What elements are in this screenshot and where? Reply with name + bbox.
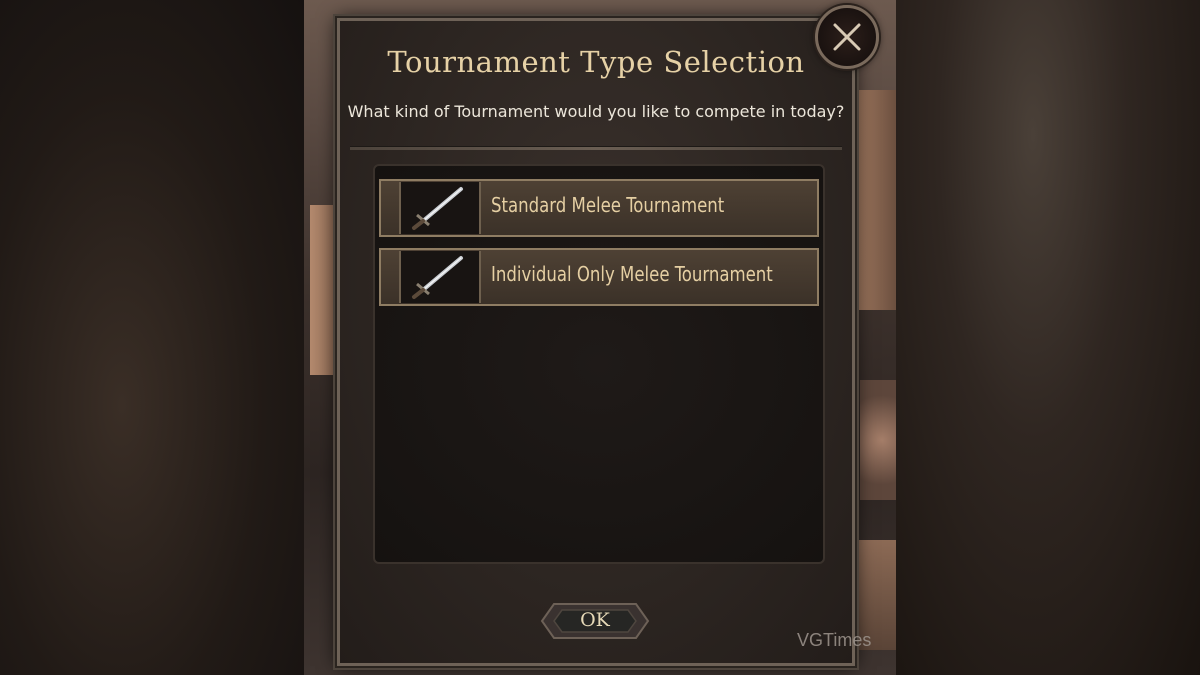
option-individual-only-melee[interactable]: Individual Only Melee Tournament: [379, 248, 819, 306]
watermark: VGTimes: [797, 630, 872, 650]
option-label: Individual Only Melee Tournament: [491, 262, 773, 286]
sword-icon: [399, 182, 481, 234]
tournament-options-list: Standard Melee Tournament Individual Onl…: [373, 164, 825, 564]
blurred-background-right: [896, 0, 1200, 675]
blurred-background-left: [0, 0, 304, 675]
castle-roof-right: [860, 380, 896, 500]
castle-tower-right: [856, 90, 896, 310]
option-standard-melee[interactable]: Standard Melee Tournament: [379, 179, 819, 237]
close-button[interactable]: [815, 5, 879, 69]
dialog-title: Tournament Type Selection: [387, 45, 805, 79]
option-label: Standard Melee Tournament: [491, 193, 725, 217]
dialog-subtitle: What kind of Tournament would you like t…: [347, 102, 845, 121]
castle-tower-left: [310, 205, 338, 375]
ok-label: OK: [580, 609, 610, 631]
sword-icon: [399, 251, 481, 303]
ok-button[interactable]: OK: [540, 600, 650, 642]
divider: [350, 146, 842, 150]
tournament-type-dialog: Tournament Type Selection What kind of T…: [335, 16, 857, 668]
